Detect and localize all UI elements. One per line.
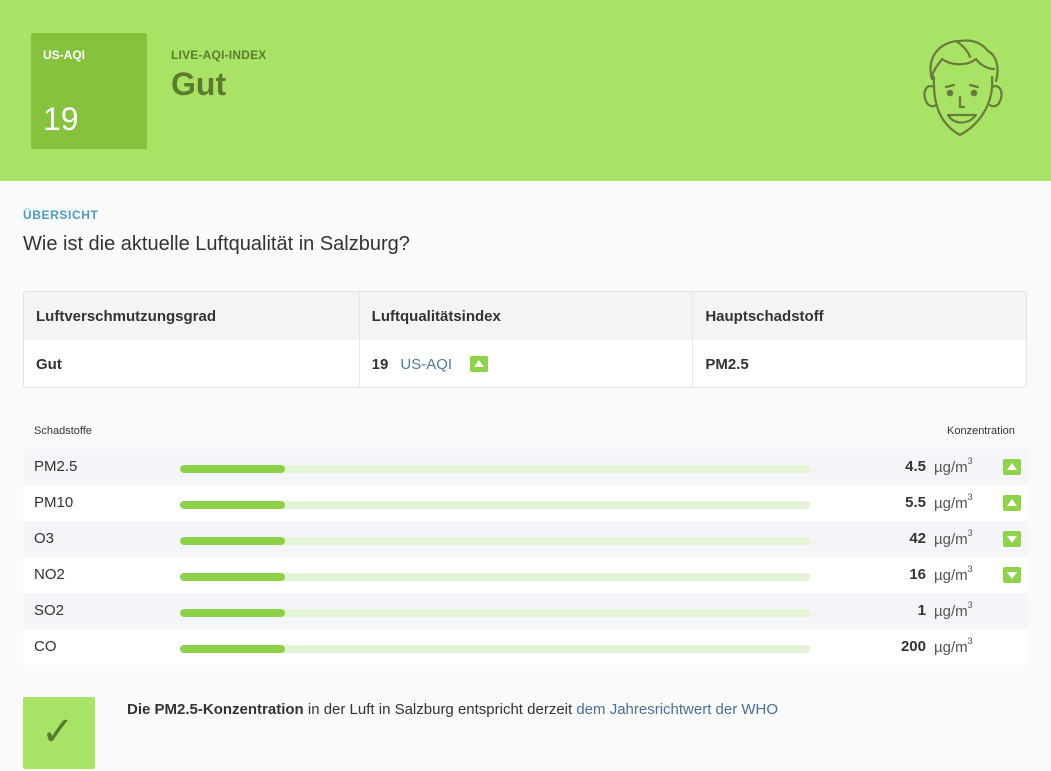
aqi-badge: US-AQI 19 (31, 33, 147, 149)
pollutant-row: PM2.5 4.5 µg/m3 (23, 449, 1027, 485)
arrow-up-icon (470, 356, 489, 372)
pollutant-name: PM10 (34, 494, 74, 511)
pollutant-value: 1 (917, 602, 926, 619)
pollutant-unit: µg/m3 (934, 564, 973, 584)
pollutant-bar-track (180, 645, 811, 653)
pollutant-value: 16 (909, 566, 926, 583)
pollutant-bar-track (180, 537, 811, 545)
pollutant-value: 200 (900, 638, 926, 655)
unit-text: µg/m (934, 459, 968, 476)
aqi-header: US-AQI 19 LIVE-AQI-INDEX Gut (0, 0, 1051, 181)
smiling-face-icon (923, 39, 1003, 137)
pollutant-name: NO2 (34, 566, 65, 583)
aqi-badge-label: US-AQI (43, 48, 85, 62)
arrow-up-icon (1003, 459, 1021, 475)
pollutant-value: 42 (909, 530, 926, 547)
unit-exponent: 3 (967, 600, 973, 610)
pollutant-row: NO2 16 µg/m3 (23, 557, 1027, 593)
summary-table: Luftverschmutzungsgrad Luftqualitätsinde… (23, 291, 1027, 388)
pollutant-row: SO2 1 µg/m3 (23, 593, 1027, 629)
pollutant-unit: µg/m3 (934, 636, 973, 656)
pollutant-value: 5.5 (905, 494, 926, 511)
aqi-value-cell: 19 US-AQI (358, 340, 693, 387)
pollutant-unit: µg/m3 (934, 600, 973, 620)
pollutant-bar-track (180, 609, 811, 617)
unit-exponent: 3 (967, 456, 973, 466)
unit-text: µg/m (934, 495, 968, 512)
header-main-pollutant: Hauptschadstoff (692, 292, 1026, 340)
who-statement: Die PM2.5-Konzentration in der Luft in S… (127, 701, 778, 718)
pollutant-bar-fill (180, 645, 285, 653)
unit-text: µg/m (934, 567, 968, 584)
arrow-down-icon (1003, 531, 1021, 547)
pollutant-bar-fill (180, 465, 285, 473)
pollutant-row: PM10 5.5 µg/m3 (23, 485, 1027, 521)
pollutants-column-label: Schadstoffe (34, 425, 92, 437)
pollutant-bar-fill (180, 501, 285, 509)
summary-value-row: Gut 19 US-AQI PM2.5 (24, 340, 1026, 387)
pollutant-bar-fill (180, 609, 285, 617)
concentration-column-label: Konzentration (947, 425, 1015, 437)
pollutant-bar-fill (180, 573, 285, 581)
main-pollutant-value: PM2.5 (692, 340, 1026, 387)
aqi-number: 19 (371, 355, 389, 373)
overview-label: ÜBERSICHT (23, 208, 99, 222)
live-aqi-label: LIVE-AQI-INDEX (171, 48, 267, 62)
unit-text: µg/m (934, 603, 968, 620)
summary-header-row: Luftverschmutzungsgrad Luftqualitätsinde… (24, 292, 1026, 340)
unit-exponent: 3 (967, 636, 973, 646)
unit-exponent: 3 (967, 492, 973, 502)
who-text: in der Luft in Salzburg entspricht derze… (303, 701, 577, 718)
header-pollution-level: Luftverschmutzungsgrad (36, 307, 217, 325)
checkmark-badge: ✓ (23, 697, 95, 769)
pollution-level-value: Gut (36, 355, 62, 373)
pollutant-value: 4.5 (905, 458, 926, 475)
pollutant-name: CO (34, 638, 57, 655)
pollutant-row: O3 42 µg/m3 (23, 521, 1027, 557)
arrow-down-icon (1003, 567, 1021, 583)
arrow-up-icon (1003, 495, 1021, 511)
pollutant-bar-track (180, 465, 811, 473)
aqi-status-title: Gut (171, 66, 227, 102)
pollutant-name: O3 (34, 530, 55, 547)
pollutant-bar-track (180, 501, 811, 509)
aqi-unit: US-AQI (400, 355, 453, 373)
page-question: Wie ist die aktuelle Luftqualität in Sal… (23, 233, 410, 255)
unit-exponent: 3 (967, 528, 973, 538)
checkmark-icon: ✓ (41, 709, 75, 755)
pollutant-name: SO2 (34, 602, 65, 619)
pollutant-row: CO 200 µg/m3 (23, 629, 1027, 665)
who-guideline-link[interactable]: dem Jahresrichtwert der WHO (576, 701, 778, 718)
pollutant-bar-fill (180, 537, 285, 545)
who-bold-text: Die PM2.5-Konzentration (127, 701, 304, 718)
unit-text: µg/m (934, 639, 968, 656)
pollutant-unit: µg/m3 (934, 528, 973, 548)
header-aqi: Luftqualitätsindex (358, 292, 693, 340)
pollutant-name: PM2.5 (34, 458, 78, 475)
unit-exponent: 3 (967, 564, 973, 574)
pollutant-unit: µg/m3 (934, 456, 973, 476)
pollutant-unit: µg/m3 (934, 492, 973, 512)
aqi-badge-value: 19 (43, 101, 79, 137)
unit-text: µg/m (934, 531, 968, 548)
pollutant-bar-track (180, 573, 811, 581)
